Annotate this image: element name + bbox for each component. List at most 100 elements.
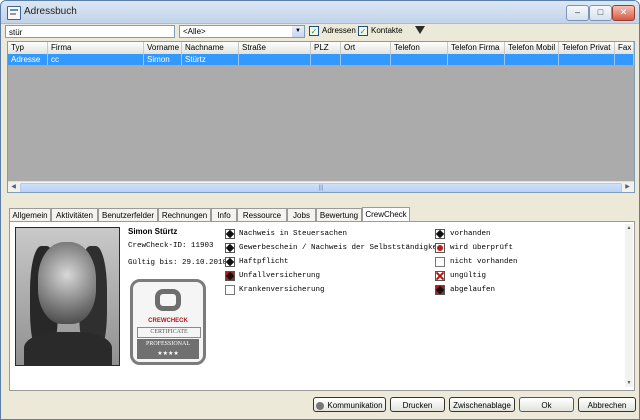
column-header-plz[interactable]: PLZ: [311, 42, 341, 54]
legend-label: nicht vorhanden: [450, 258, 518, 266]
photo-face: [38, 242, 96, 324]
kontakte-checkbox-label[interactable]: Kontakte: [371, 26, 403, 36]
scrollbar-thumb[interactable]: |||: [20, 183, 622, 192]
minimize-button[interactable]: –: [566, 5, 589, 21]
tab-info[interactable]: Info: [211, 208, 237, 221]
scroll-right-icon[interactable]: ▶: [622, 182, 633, 192]
scroll-left-icon[interactable]: ◀: [8, 182, 19, 192]
tab-rechnungen[interactable]: Rechnungen: [158, 208, 211, 221]
crewcheck-id: CrewCheck-ID: 11903: [128, 242, 214, 250]
column-header-telefon[interactable]: Telefon: [391, 42, 448, 54]
maximize-button[interactable]: □: [589, 5, 612, 21]
adressen-checkbox-label[interactable]: Adressen: [322, 26, 356, 36]
detail-tabs: Allgemein Aktivitäten Benutzerfelder Rec…: [9, 207, 634, 222]
expired-icon: [435, 285, 445, 295]
funnel-icon[interactable]: [415, 26, 425, 34]
cell-fax: [615, 54, 634, 65]
cell-telefon-mobil: [505, 54, 559, 65]
legend-label: vorhanden: [450, 230, 491, 238]
cell-telefon-privat: [559, 54, 615, 65]
absent-icon: [435, 257, 445, 267]
pending-icon: [435, 243, 445, 253]
tab-ressource[interactable]: Ressource: [237, 208, 287, 221]
cell-telefon: [391, 54, 448, 65]
present-icon: [225, 229, 235, 239]
person-name: Simon Stürtz: [128, 227, 178, 236]
column-header-typ[interactable]: Typ: [8, 42, 48, 54]
column-header-telefon-privat[interactable]: Telefon Privat: [559, 42, 615, 54]
column-header-vorname[interactable]: Vorname: [144, 42, 182, 54]
horizontal-scrollbar[interactable]: ◀ ||| ▶: [8, 181, 634, 192]
check-label: Unfallversicherung: [239, 272, 321, 280]
legend-label: ungültig: [450, 272, 487, 280]
check-label: Nachweis in Steuersachen: [239, 230, 348, 238]
drucken-button[interactable]: Drucken: [390, 397, 445, 412]
column-header-ort[interactable]: Ort: [341, 42, 391, 54]
certificate-label: CERTIFICATE: [137, 327, 201, 338]
search-input[interactable]: stür: [5, 25, 175, 38]
vertical-scrollbar[interactable]: ▲ ▼: [625, 224, 633, 387]
tab-jobs[interactable]: Jobs: [287, 208, 316, 221]
tab-aktivitaeten[interactable]: Aktivitäten: [51, 208, 98, 221]
toolbar: stür <Alle> ▼ ✓ Adressen ✓ Kontakte: [1, 23, 639, 41]
column-header-fax[interactable]: Fax: [615, 42, 634, 54]
certificate-brand: CREWCHECK: [148, 318, 188, 324]
expired-icon: [225, 271, 235, 281]
filter-select[interactable]: <Alle> ▼: [179, 25, 305, 38]
title-bar: Adressbuch – □ ✕: [1, 1, 639, 24]
cell-vorname: Simon: [144, 54, 182, 65]
certificate-level-text: PROFESSIONAL: [145, 341, 190, 347]
cell-telefon-firma: [448, 54, 505, 65]
window-title: Adressbuch: [24, 6, 77, 17]
invalid-icon: [435, 271, 445, 281]
cell-nachname: Stürtz: [182, 54, 239, 65]
chevron-down-icon[interactable]: ▼: [292, 26, 304, 37]
crewcheck-panel: Simon Stürtz CrewCheck-ID: 11903 Gültig …: [9, 221, 635, 391]
address-grid[interactable]: Typ Firma Vorname Nachname Straße PLZ Or…: [7, 41, 635, 193]
check-label: Krankenversicherung: [239, 286, 325, 294]
crewcheck-certificate-badge: CREWCHECK CERTIFICATE PROFESSIONAL ★★★★: [130, 279, 206, 365]
cell-firma: cc: [48, 54, 144, 65]
address-book-window: Adressbuch – □ ✕ stür <Alle> ▼ ✓ Adresse…: [0, 0, 640, 420]
column-header-telefon-mobil[interactable]: Telefon Mobil: [505, 42, 559, 54]
legend-label: wird überprüft: [450, 244, 514, 252]
cell-typ: Adresse: [8, 54, 48, 65]
present-icon: [225, 243, 235, 253]
tab-benutzerfelder[interactable]: Benutzerfelder: [98, 208, 158, 221]
photo-body: [24, 332, 112, 365]
close-button[interactable]: ✕: [612, 5, 635, 21]
kommunikation-button[interactable]: Kommunikation: [313, 397, 386, 412]
tab-bewertung[interactable]: Bewertung: [316, 208, 362, 221]
tab-allgemein[interactable]: Allgemein: [9, 208, 51, 221]
column-header-strasse[interactable]: Straße: [239, 42, 311, 54]
address-book-icon: [7, 6, 21, 20]
check-label: Gewerbeschein / Nachweis der Selbstständ…: [239, 244, 447, 252]
tab-crewcheck[interactable]: CrewCheck: [362, 207, 410, 222]
check-label: Haftpflicht: [239, 258, 289, 266]
crewcheck-logo-icon: [155, 289, 181, 311]
column-header-nachname[interactable]: Nachname: [182, 42, 239, 54]
abbrechen-button[interactable]: Abbrechen: [578, 397, 636, 412]
user-icon: [316, 401, 325, 410]
column-header-telefon-firma[interactable]: Telefon Firma: [448, 42, 505, 54]
scroll-down-icon[interactable]: ▼: [625, 379, 633, 387]
zwischenablage-button[interactable]: Zwischenablage: [449, 397, 515, 412]
adressen-checkbox[interactable]: ✓: [309, 26, 319, 36]
certificate-level: PROFESSIONAL ★★★★: [137, 339, 199, 359]
certificate-stars: ★★★★: [157, 351, 179, 357]
column-header-firma[interactable]: Firma: [48, 42, 144, 54]
cell-ort: [341, 54, 391, 65]
absent-icon: [225, 285, 235, 295]
ok-button[interactable]: Ok: [519, 397, 574, 412]
filter-select-value: <Alle>: [183, 27, 206, 36]
legend-label: abgelaufen: [450, 286, 496, 294]
valid-until: Gültig bis: 29.10.2010: [128, 259, 228, 267]
cell-strasse: [239, 54, 311, 65]
profile-photo: [15, 227, 120, 366]
present-icon: [225, 257, 235, 267]
table-row[interactable]: Adresse cc Simon Stürtz: [8, 54, 634, 65]
kommunikation-button-label: Kommunikation: [327, 401, 383, 410]
present-icon: [435, 229, 445, 239]
kontakte-checkbox[interactable]: ✓: [358, 26, 368, 36]
scroll-up-icon[interactable]: ▲: [625, 224, 633, 232]
